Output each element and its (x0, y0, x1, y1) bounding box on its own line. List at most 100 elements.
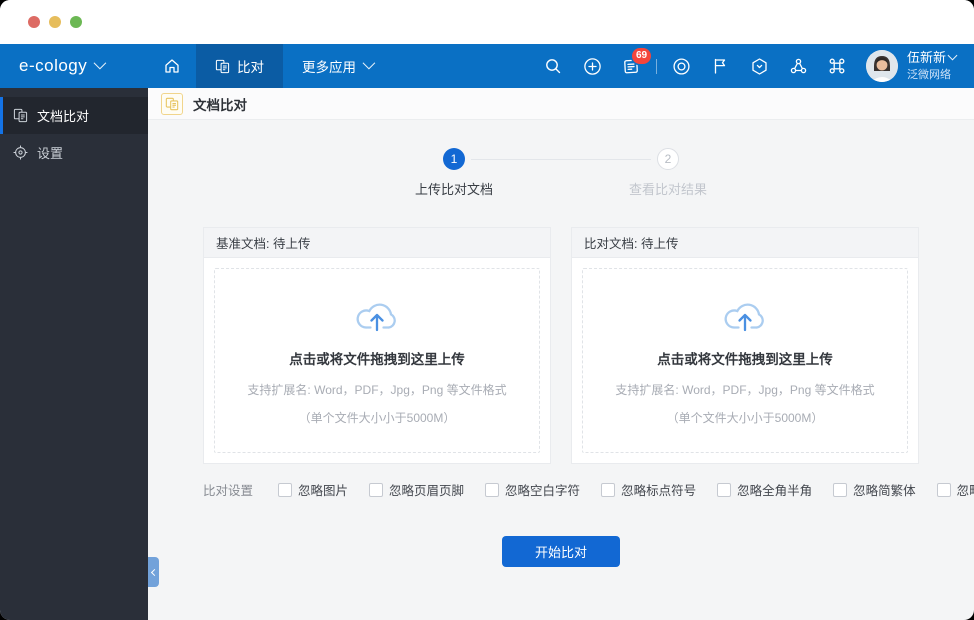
sidebar: 文档比对 设置 (0, 88, 148, 620)
checkbox[interactable] (601, 482, 616, 497)
compare-icon (13, 108, 28, 123)
target-button[interactable] (662, 44, 701, 88)
option-label: 忽略标点符号 (621, 484, 697, 498)
command-button[interactable] (818, 44, 857, 88)
option-ignore-special-symbols[interactable]: 忽略特殊符号 (936, 480, 974, 499)
gear-icon (13, 145, 28, 160)
upload-size-limit: （单个文件大小小于5000M） (666, 410, 824, 425)
chevron-down-icon (947, 50, 958, 61)
nav-tab-compare-label: 比对 (237, 60, 264, 75)
hexagon-icon (752, 57, 767, 75)
option-label: 忽略全角半角 (737, 484, 813, 498)
sidebar-item-doc-compare[interactable]: 文档比对 (0, 97, 148, 134)
base-doc-dropzone[interactable]: 点击或将文件拖拽到这里上传 支持扩展名: Word，PDF，Jpg，Png 等文… (214, 268, 540, 453)
upload-formats: 支持扩展名: Word，PDF，Jpg，Png 等文件格式 (247, 382, 507, 397)
maximize-window-button[interactable] (70, 16, 82, 28)
page-title: 文档比对 (193, 97, 247, 113)
window-titlebar (0, 0, 974, 44)
checkbox[interactable] (833, 482, 848, 497)
option-ignore-header-footer[interactable]: 忽略页眉页脚 (369, 480, 464, 499)
chevron-down-icon (362, 56, 376, 69)
option-ignore-fullwidth-halfwidth[interactable]: 忽略全角半角 (717, 480, 812, 499)
steps-indicator: 1 上传比对文档 2 查看比对结果 (415, 148, 707, 198)
option-ignore-simplified-traditional[interactable]: 忽略简繁体 (833, 480, 916, 499)
panel-body: 点击或将文件拖拽到这里上传 支持扩展名: Word，PDF，Jpg，Png 等文… (572, 258, 918, 463)
nav-more-apps[interactable]: 更多应用 (283, 44, 391, 88)
option-label: 忽略特殊符号 (956, 484, 974, 498)
nav-tab-compare[interactable]: 比对 (196, 44, 283, 88)
chevron-left-icon (150, 568, 159, 576)
search-button[interactable] (534, 44, 573, 88)
sidebar-item-settings[interactable]: 设置 (0, 134, 148, 171)
checkbox[interactable] (936, 482, 951, 497)
app-logo: e-cology (19, 56, 88, 75)
compare-doc-panel-header: 比对文档: 待上传 (572, 228, 918, 258)
search-icon (546, 59, 561, 74)
base-doc-panel-header: 基准文档: 待上传 (204, 228, 550, 258)
cloud-upload-icon (356, 303, 396, 331)
upload-instruction: 点击或将文件拖拽到这里上传 (289, 351, 465, 367)
home-icon (165, 59, 179, 73)
step-number: 1 (443, 148, 465, 170)
more-apps-label: 更多应用 (302, 60, 356, 75)
start-compare-button[interactable]: 开始比对 (502, 536, 620, 567)
step-view-result: 2 查看比对结果 (629, 148, 707, 198)
settings-label: 比对设置 (203, 484, 254, 498)
notification-badge: 69 (631, 48, 652, 64)
sidebar-item-label: 文档比对 (37, 109, 90, 124)
checkbox[interactable] (278, 482, 293, 497)
navbar-divider (655, 58, 657, 74)
step-label: 上传比对文档 (415, 182, 494, 197)
page-icon-box (161, 92, 183, 115)
messages-button[interactable]: 69 (612, 44, 652, 88)
compare-icon (215, 59, 230, 73)
checkbox[interactable] (717, 482, 732, 497)
step-number: 2 (657, 148, 679, 170)
close-window-button[interactable] (28, 16, 40, 28)
option-label: 忽略空白字符 (505, 484, 581, 498)
base-doc-panel: 基准文档: 待上传 点击或将文件拖拽到这里上传 支持扩展名: Word，PDF，… (203, 227, 551, 464)
compare-doc-dropzone[interactable]: 点击或将文件拖拽到这里上传 支持扩展名: Word，PDF，Jpg，Png 等文… (582, 268, 908, 453)
upload-formats: 支持扩展名: Word，PDF，Jpg，Png 等文件格式 (615, 382, 875, 397)
checkbox[interactable] (485, 482, 500, 497)
compare-icon (165, 97, 179, 110)
logo-dropdown[interactable]: e-cology (0, 44, 148, 88)
app-body: 文档比对 设置 文档比对 1 上传比对文档 2 查看比对结果 基准文档: 待上传… (0, 88, 974, 620)
compare-settings-row: 比对设置 忽略图片 忽略页眉页脚 忽略空白字符 忽略标点符号 忽略全角半角 忽略… (203, 480, 974, 499)
compare-doc-panel: 比对文档: 待上传 点击或将文件拖拽到这里上传 支持扩展名: Word，PDF，… (571, 227, 919, 464)
chevron-down-icon (93, 56, 107, 69)
sidebar-collapse-handle[interactable] (148, 557, 159, 587)
org-network-icon (790, 58, 807, 73)
option-ignore-punctuation[interactable]: 忽略标点符号 (601, 480, 696, 499)
step-label: 查看比对结果 (629, 182, 708, 197)
page-content: 1 上传比对文档 2 查看比对结果 基准文档: 待上传 点击或将文件拖拽到这里上… (148, 120, 974, 620)
upload-instruction: 点击或将文件拖拽到这里上传 (657, 351, 833, 367)
app-window: e-cology 比对 更多应用 69 伍新新 泛微网络 文档比对 设置 文档比… (0, 0, 974, 620)
option-ignore-whitespace[interactable]: 忽略空白字符 (485, 480, 580, 499)
avatar-photo (865, 50, 898, 82)
page-header: 文档比对 (148, 88, 974, 120)
checkbox[interactable] (369, 482, 384, 497)
navbar-actions: 69 伍新新 泛微网络 (534, 44, 974, 88)
option-label: 忽略图片 (298, 484, 349, 498)
main-area: 文档比对 1 上传比对文档 2 查看比对结果 基准文档: 待上传 点击或将文件拖… (148, 88, 974, 620)
upload-size-limit: （单个文件大小小于5000M） (298, 410, 456, 425)
double-circle-icon (673, 57, 690, 75)
nav-home-tab[interactable] (148, 44, 196, 88)
top-navbar: e-cology 比对 更多应用 69 伍新新 泛微网络 (0, 44, 974, 88)
new-item-button[interactable] (573, 44, 612, 88)
user-avatar[interactable] (865, 50, 898, 82)
option-ignore-images[interactable]: 忽略图片 (278, 480, 348, 499)
cloud-upload-icon (724, 303, 764, 331)
minimize-window-button[interactable] (49, 16, 61, 28)
org-share-button[interactable] (779, 44, 818, 88)
option-label: 忽略简繁体 (853, 484, 916, 498)
hexagon-button[interactable] (740, 44, 779, 88)
sidebar-item-label: 设置 (37, 146, 64, 161)
flag-button[interactable] (701, 44, 740, 88)
command-icon (830, 58, 845, 74)
plus-circle-icon (584, 57, 601, 75)
user-menu[interactable]: 伍新新 泛微网络 (907, 50, 962, 82)
step-upload: 1 上传比对文档 (415, 148, 493, 198)
option-label: 忽略页眉页脚 (389, 484, 465, 498)
